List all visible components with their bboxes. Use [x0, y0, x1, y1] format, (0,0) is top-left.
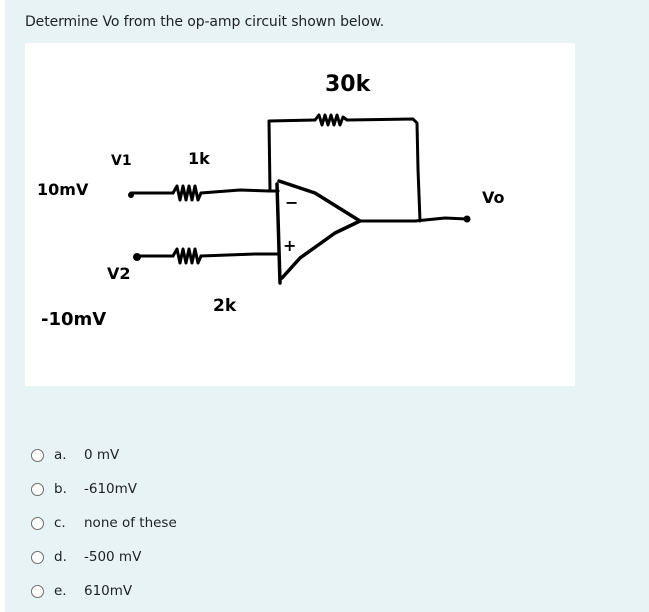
label-v2-value: -10mV	[41, 309, 106, 330]
radio-button[interactable]	[31, 584, 44, 598]
feedback-wire-left	[267, 118, 317, 193]
radio-button[interactable]	[31, 482, 44, 496]
option-letter: b.	[54, 481, 67, 497]
option-letter: a.	[54, 447, 67, 463]
option-e[interactable]: e. 610mV	[31, 580, 132, 602]
v2-terminal	[133, 253, 141, 261]
label-1k: 1k	[188, 149, 210, 168]
feedback-wire-right	[345, 117, 422, 223]
feedback-resistor	[313, 113, 349, 127]
option-text: 610mV	[84, 583, 133, 599]
output-terminal	[463, 215, 471, 223]
label-v1: V1	[111, 153, 132, 169]
label-vo: Vo	[482, 188, 505, 207]
circuit-svg: 30k 1k 2k V1 10mV V2 -10mV − + Vo	[37, 72, 505, 330]
label-2k: 2k	[213, 296, 237, 316]
v2-wire-2	[199, 252, 280, 258]
option-b[interactable]: b. -610mV	[31, 478, 137, 500]
option-letter: d.	[54, 549, 67, 565]
radio-button[interactable]	[31, 516, 44, 530]
option-letter: e.	[54, 583, 67, 599]
radio-button[interactable]	[31, 550, 44, 564]
option-text: none of these	[84, 515, 177, 531]
v1-terminal	[128, 192, 134, 198]
option-d[interactable]: d. -500 mV	[31, 546, 141, 568]
circuit-diagram: 30k 1k 2k V1 10mV V2 -10mV − + Vo	[25, 43, 575, 386]
option-c[interactable]: c. none of these	[31, 512, 177, 534]
radio-button[interactable]	[31, 448, 44, 462]
option-a[interactable]: a. 0 mV	[31, 444, 119, 466]
label-30k: 30k	[325, 72, 372, 97]
v1-wire-2	[199, 188, 280, 195]
noninverting-sign: +	[283, 236, 296, 255]
inverting-sign: −	[285, 193, 298, 212]
option-text: -500 mV	[84, 549, 142, 565]
option-text: 0 mV	[84, 447, 120, 463]
option-letter: c.	[54, 515, 66, 531]
output-wire	[358, 216, 469, 223]
r1-resistor	[171, 184, 203, 202]
option-text: -610mV	[84, 481, 138, 497]
label-v1-value: 10mV	[37, 180, 89, 199]
label-v2: V2	[107, 264, 131, 283]
r2-resistor	[171, 247, 203, 265]
question-text: Determine Vo from the op-amp circuit sho…	[25, 14, 385, 30]
